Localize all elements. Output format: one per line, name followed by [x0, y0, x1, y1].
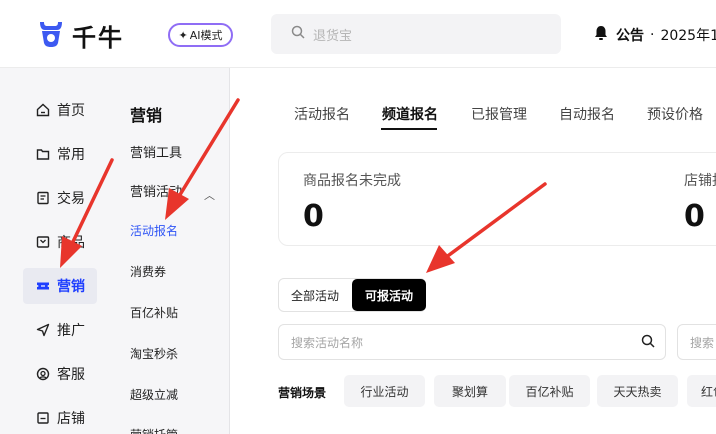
announcement-label: 公告	[616, 28, 644, 44]
subnav-item-activity-signup[interactable]: 活动报名	[130, 222, 178, 239]
secondary-search-input[interactable]: 搜索	[677, 324, 716, 360]
tab-signed-management[interactable]: 已报管理	[471, 104, 527, 124]
logo-text: 千牛	[72, 24, 124, 52]
announcement-text: 2025年1	[660, 28, 716, 44]
ai-mode-label: AI模式	[189, 29, 223, 42]
activity-filter-segment: 全部活动 可报活动	[278, 278, 426, 312]
folder-icon	[35, 146, 51, 162]
segment-available-activities[interactable]: 可报活动	[352, 279, 426, 311]
search-icon	[291, 25, 305, 43]
signup-stats-card: 商品报名未完成 0 店铺报名未完成 0	[278, 152, 716, 246]
stat-label-store: 店铺报名未完成	[684, 173, 716, 189]
subnav-item-marketing-hosting[interactable]: 营销托管	[130, 426, 178, 434]
nav-label: 首页	[57, 103, 85, 119]
ox-logo-icon	[36, 19, 66, 53]
subnav-title: 营销	[130, 106, 163, 125]
store-icon	[35, 410, 51, 426]
tab-auto-signup[interactable]: 自动报名	[559, 104, 615, 124]
bell-icon	[594, 25, 608, 45]
stat-value-store[interactable]: 0	[684, 199, 705, 234]
global-search-input[interactable]: 退货宝	[271, 14, 561, 54]
ticket-icon	[35, 278, 51, 294]
qianniu-logo[interactable]: 千牛	[36, 18, 124, 53]
nav-label: 商品	[57, 235, 85, 251]
tab-preset-price[interactable]: 预设价格	[647, 104, 703, 124]
announcement-bar[interactable]: 公告 · 2025年1	[594, 25, 716, 45]
top-bar: 千牛 ✦ AI模式 退货宝 公告 · 2025年1	[0, 0, 716, 68]
ai-mode-button[interactable]: ✦ AI模式	[168, 23, 233, 47]
nav-item-customer-service[interactable]: 客服	[23, 356, 97, 392]
scene-chip-red-packet[interactable]: 红包	[687, 375, 716, 407]
nav-item-frequent[interactable]: 常用	[23, 136, 97, 172]
scene-chip-juhuasuan[interactable]: 聚划算	[434, 375, 506, 407]
headset-icon	[35, 366, 51, 382]
subnav-item-marketing-activities[interactable]: 营销活动	[130, 181, 182, 200]
nav-label: 常用	[57, 147, 85, 163]
home-icon	[35, 102, 51, 118]
chevron-up-icon[interactable]: ︿	[204, 187, 215, 203]
search-icon[interactable]	[641, 334, 655, 351]
nav-item-store[interactable]: 店铺	[23, 400, 97, 434]
product-icon	[35, 234, 51, 250]
tab-activity-signup[interactable]: 活动报名	[294, 104, 350, 124]
segment-all-activities[interactable]: 全部活动	[279, 279, 351, 311]
secondary-search-placeholder: 搜索	[690, 335, 715, 350]
nav-label: 交易	[57, 191, 85, 207]
send-icon	[35, 322, 51, 338]
nav-label: 客服	[57, 367, 85, 383]
scene-chip-industry[interactable]: 行业活动	[344, 375, 425, 407]
tab-channel-signup[interactable]: 频道报名	[382, 104, 438, 124]
subnav-item-marketing-tools[interactable]: 营销工具	[130, 142, 182, 161]
stat-value-products[interactable]: 0	[303, 199, 324, 234]
marketing-scene-label: 营销场景	[278, 386, 327, 400]
nav-label: 营销	[57, 279, 85, 295]
document-icon	[35, 190, 51, 206]
nav-item-home[interactable]: 首页	[23, 92, 97, 128]
announcement-dot: ·	[650, 27, 655, 43]
active-tab-indicator	[381, 128, 437, 130]
activity-search-placeholder: 搜索活动名称	[291, 335, 364, 350]
main-content: 活动报名 频道报名 已报管理 自动报名 预设价格 商品报名未完成 0 店铺报名未…	[230, 68, 716, 434]
secondary-sidebar: 营销 营销工具 营销活动 ︿ 活动报名 消费券 百亿补贴 淘宝秒杀 超级立减 营…	[116, 68, 230, 434]
nav-item-marketing[interactable]: 营销	[23, 268, 97, 304]
subnav-item-flash-sale[interactable]: 淘宝秒杀	[130, 345, 178, 362]
scene-chip-daily-hot[interactable]: 天天热卖	[597, 375, 678, 407]
stat-label-products: 商品报名未完成	[303, 173, 401, 189]
nav-item-trade[interactable]: 交易	[23, 180, 97, 216]
sparkle-icon: ✦	[178, 28, 188, 42]
nav-item-promotion[interactable]: 推广	[23, 312, 97, 348]
subnav-item-billion-subsidy[interactable]: 百亿补贴	[130, 304, 178, 321]
nav-label: 店铺	[57, 411, 85, 427]
activity-search-input[interactable]: 搜索活动名称	[278, 324, 666, 360]
subnav-item-instant-discount[interactable]: 超级立减	[130, 386, 178, 403]
primary-sidebar: 首页 常用 交易 商品 营销 推广 客服 店铺	[0, 68, 116, 434]
nav-item-products[interactable]: 商品	[23, 224, 97, 260]
search-placeholder: 退货宝	[313, 28, 353, 44]
scene-chip-billion-subsidy[interactable]: 百亿补贴	[509, 375, 590, 407]
nav-label: 推广	[57, 323, 85, 339]
subnav-item-coupons[interactable]: 消费券	[130, 263, 166, 280]
